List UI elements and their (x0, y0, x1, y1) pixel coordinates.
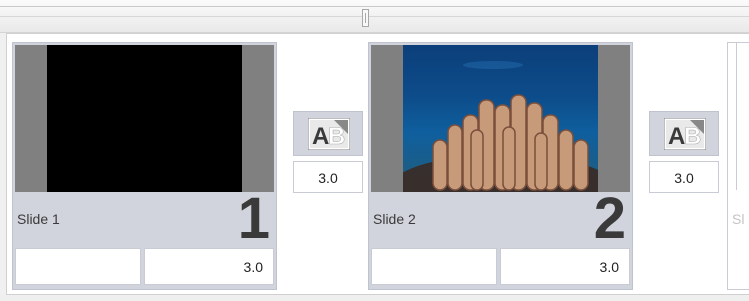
ab-transition-icon: A B (308, 118, 350, 150)
slide-thumbnail[interactable] (15, 45, 274, 192)
slide-label: Slide 2 (373, 211, 416, 227)
transition-1: A B 3.0 (293, 111, 363, 197)
transition-duration-field[interactable]: 3.0 (649, 161, 719, 193)
slide-caption-cell[interactable] (15, 248, 141, 285)
transition-button[interactable]: A B (649, 111, 719, 156)
slide-label: Slide 1 (17, 211, 60, 227)
toolbar-divider (0, 16, 749, 17)
toolbar-divider (0, 6, 749, 7)
storyboard-toolbar (0, 0, 749, 33)
splitter-handle[interactable] (362, 9, 369, 27)
slide-caption-cell[interactable] (371, 248, 497, 285)
slide-duration-field[interactable]: 3.0 (500, 248, 630, 285)
storyboard-panel: Slide 1 1 3.0 A B 3.0 Slide 2 2 3.0 A B … (6, 33, 749, 295)
slide-card-2[interactable]: Slide 2 2 3.0 (368, 42, 633, 290)
svg-text:A: A (312, 123, 329, 150)
slide-number: 1 (237, 186, 270, 251)
slide-thumbnail (736, 43, 749, 190)
slide-duration-field[interactable]: 3.0 (144, 248, 274, 285)
transition-duration-field[interactable]: 3.0 (293, 161, 363, 193)
slide-thumbnail[interactable] (371, 45, 630, 192)
coral-reef-image (403, 45, 598, 192)
transition-button[interactable]: A B (293, 111, 363, 156)
ab-transition-icon: A B (664, 118, 706, 150)
svg-text:A: A (668, 123, 685, 150)
slide-card-3-partial[interactable]: Sl (727, 42, 749, 290)
coral-reef-photo (403, 61, 598, 192)
slide-number: 2 (593, 186, 626, 251)
slide-card-1[interactable]: Slide 1 1 3.0 (12, 42, 277, 290)
black-frame-image (47, 45, 242, 192)
transition-2: A B 3.0 (649, 111, 719, 197)
slide-label: Sl (732, 211, 745, 227)
scrollbar-track[interactable] (0, 295, 749, 301)
